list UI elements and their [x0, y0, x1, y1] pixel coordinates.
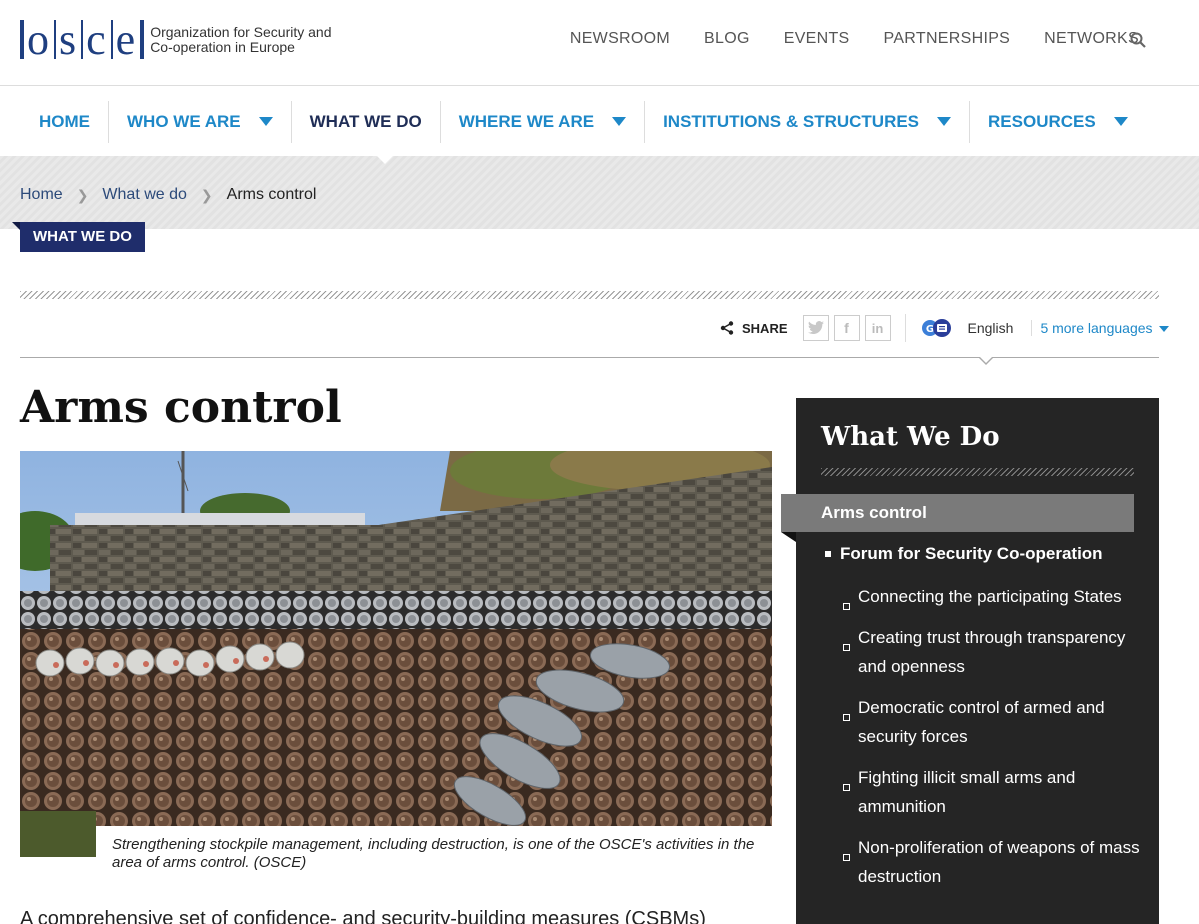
chevron-down-icon: [612, 117, 627, 126]
top-link-networks[interactable]: NETWORKS: [1044, 30, 1139, 48]
logo-wordmark: osce: [20, 18, 145, 62]
nav-institutions-label: INSTITUTIONS & STRUCTURES: [663, 111, 920, 131]
sidebar-link[interactable]: Connecting the participating States: [843, 582, 1143, 611]
sidebar-link[interactable]: Fighting illicit small arms and ammuniti…: [843, 763, 1143, 821]
nav-what-we-do-label: WHAT WE DO: [309, 111, 422, 131]
breadcrumb-what-we-do[interactable]: What we do: [102, 186, 186, 204]
osce-logo[interactable]: osce Organization for Security and Co-op…: [20, 18, 332, 62]
main-nav: HOME WHO WE ARE WHAT WE DO WHERE WE ARE …: [0, 87, 1199, 156]
active-nav-pointer: [377, 156, 393, 164]
top-link-events[interactable]: EVENTS: [784, 30, 850, 48]
nav-home[interactable]: HOME: [20, 100, 109, 143]
twitter-icon[interactable]: [802, 315, 829, 341]
logo-line-2: Co-operation in Europe: [150, 38, 295, 55]
article-image: [20, 451, 772, 857]
language-icon: G: [920, 318, 956, 338]
section-tag: WHAT WE DO: [12, 222, 145, 252]
logo-letter-s: s: [56, 18, 82, 62]
hatched-divider: [821, 468, 1134, 476]
nav-home-label: HOME: [39, 111, 90, 131]
logo-letter-e: e: [112, 18, 141, 62]
chevron-down-icon: [1158, 326, 1169, 333]
top-link-partnerships[interactable]: PARTNERSHIPS: [884, 30, 1011, 48]
language-selector[interactable]: 5 more languages: [1031, 320, 1169, 336]
sidebar-link[interactable]: Democratic control of armed and security…: [843, 693, 1143, 751]
page-title: Arms control: [20, 382, 342, 433]
chevron-down-icon: [937, 117, 952, 126]
hatched-divider: [20, 291, 1159, 299]
chevron-right-icon: ❯: [76, 186, 89, 203]
sidebar-sublist: Connecting the participating States Crea…: [843, 582, 1143, 903]
share-icon: [720, 321, 734, 335]
logo-line-1: Organization for Security and: [150, 23, 332, 40]
body-paragraph: A comprehensive set of confidence- and s…: [20, 908, 706, 924]
share-label: SHARE: [742, 320, 788, 336]
top-header: osce Organization for Security and Co-op…: [0, 0, 1199, 86]
language-more-label: 5 more languages: [1040, 320, 1153, 336]
sidebar-item-arms-control[interactable]: Arms control: [781, 494, 1134, 542]
breadcrumb: Home ❯ What we do ❯ Arms control: [20, 186, 316, 204]
logo-letter-o: o: [24, 18, 54, 62]
top-nav: NEWSROOM BLOG EVENTS PARTNERSHIPS NETWOR…: [570, 30, 1139, 48]
sidebar-item-fsc-label: Forum for Security Co-operation: [840, 544, 1103, 563]
image-caption: Strengthening stockpile management, incl…: [96, 826, 772, 884]
sidebar-link[interactable]: Non-proliferation of weapons of mass des…: [843, 833, 1143, 891]
bullet-icon: [825, 551, 831, 557]
nav-who-we-are[interactable]: WHO WE ARE: [109, 100, 292, 143]
breadcrumb-home[interactable]: Home: [20, 186, 63, 204]
nav-resources-label: RESOURCES: [988, 111, 1096, 131]
facebook-icon[interactable]: f: [833, 315, 860, 341]
divider-notch: [978, 356, 994, 365]
sidebar-title: What We Do: [821, 422, 1000, 452]
svg-text:G: G: [925, 324, 933, 335]
top-link-blog[interactable]: BLOG: [704, 30, 750, 48]
nav-where-we-are-label: WHERE WE ARE: [458, 111, 595, 131]
top-link-newsroom[interactable]: NEWSROOM: [570, 30, 670, 48]
sidebar-item-fsc[interactable]: Forum for Security Co-operation: [825, 544, 1103, 564]
nav-what-we-do[interactable]: WHAT WE DO: [292, 100, 441, 143]
nav-who-we-are-label: WHO WE ARE: [127, 111, 241, 131]
divider: [904, 314, 906, 342]
ammunition-photo: [20, 451, 772, 857]
chevron-right-icon: ❯: [200, 186, 213, 203]
logo-letter-c: c: [83, 18, 111, 62]
nav-institutions[interactable]: INSTITUTIONS & STRUCTURES: [645, 100, 971, 143]
language-current: English: [967, 320, 1014, 336]
nav-where-we-are[interactable]: WHERE WE ARE: [441, 100, 646, 143]
share-button[interactable]: SHARE: [720, 321, 788, 336]
chevron-down-icon: [1113, 117, 1128, 126]
chevron-down-icon: [258, 117, 273, 126]
linkedin-icon[interactable]: in: [864, 315, 891, 341]
nav-resources[interactable]: RESOURCES: [970, 101, 1146, 143]
logo-text: Organization for Security and Co-operati…: [150, 23, 332, 55]
sidebar: What We Do Arms control Forum for Securi…: [781, 398, 1159, 924]
search-icon[interactable]: [1130, 32, 1146, 48]
share-bar: SHARE f in G English 5 more languages: [720, 312, 1169, 344]
sidebar-link[interactable]: Creating trust through transparency and …: [843, 623, 1143, 681]
breadcrumb-current: Arms control: [226, 186, 317, 203]
